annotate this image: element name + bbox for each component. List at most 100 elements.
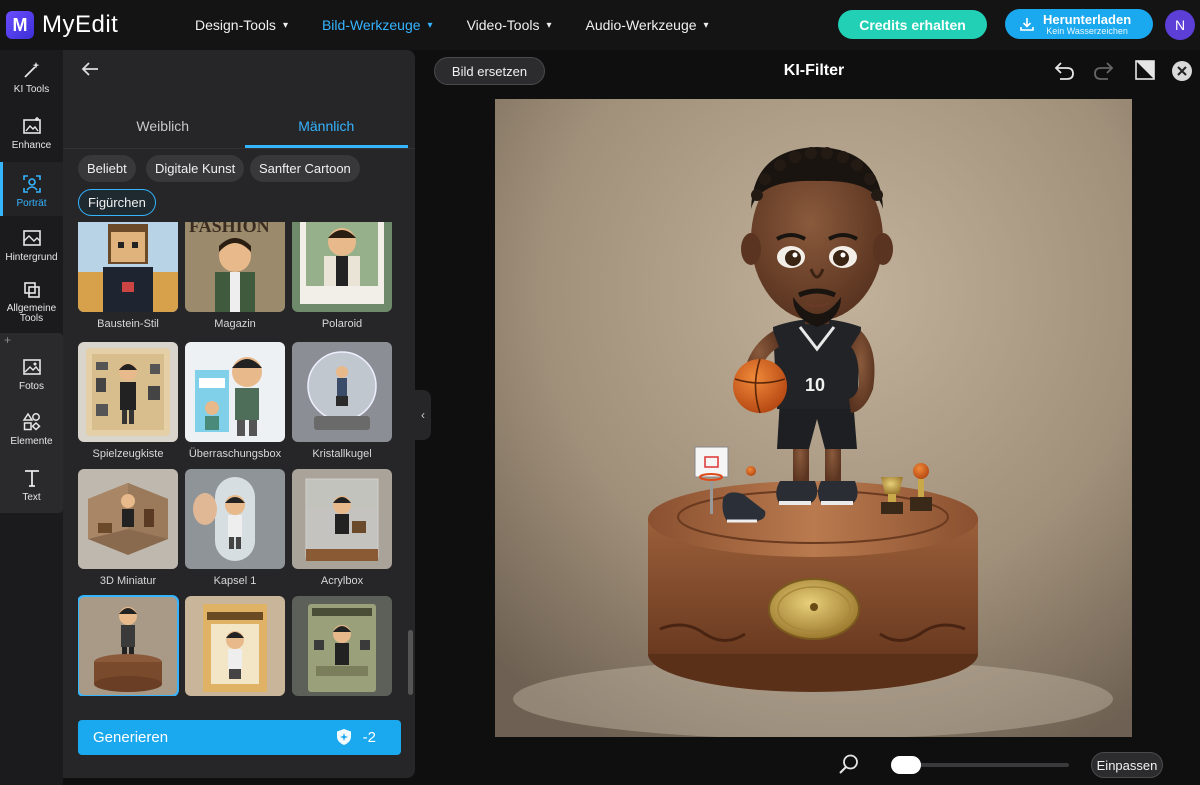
download-button[interactable]: Herunterladen Kein Wasserzeichen [1005,9,1153,39]
logo[interactable]: M MyEdit [6,11,118,39]
style-thumbnail [185,469,285,569]
style-card-ueberraschungsbox[interactable]: Überraschungsbox [185,342,285,460]
style-card-musikbox[interactable] [78,595,179,696]
style-grid: Baustein-Stil FASHION Magazin Polaroid S… [78,222,398,696]
generate-cost: -2 [335,728,376,746]
magazine-title: FASHION [189,222,270,236]
magic-wand-icon [23,62,39,78]
zoom-slider-thumb[interactable] [890,756,921,774]
style-label: Kristallkugel [312,448,372,460]
background-icon [22,230,41,246]
fit-button[interactable]: Einpassen [1091,752,1163,778]
compare-icon[interactable] [1133,58,1157,87]
rail-label: KI Tools [13,84,50,95]
style-label: Kapsel 1 [213,575,257,587]
top-bar: M MyEdit Design-Tools ▾ Bild-Werkzeuge ▾ V… [0,0,1200,50]
rail-item-general-tools[interactable]: Allgemeine Tools [0,280,63,330]
chevron-left-icon: ‹ [421,408,425,422]
generate-button[interactable]: Generieren -2 [78,720,401,755]
nav-audio-werkzeuge[interactable]: Audio-Werkzeuge ▾ [586,17,709,33]
tab-maennlich[interactable]: Männlich [244,110,408,148]
style-thumbnail [78,469,178,569]
rail-label: Hintergrund [5,252,58,263]
style-thumbnail [292,222,392,312]
plus-icon: + [4,333,12,347]
zoom-slider-track[interactable] [895,763,1069,767]
style-thumbnail [185,596,285,696]
zoom-icon[interactable] [838,753,860,780]
tab-weiblich[interactable]: Weiblich [81,110,245,148]
chevron-down-icon: ▾ [427,19,433,31]
redo-icon[interactable] [1092,58,1116,87]
rail-label: Fotos [18,381,44,392]
chip-sanfter-cartoon[interactable]: Sanfter Cartoon [250,155,360,182]
style-thumbnail [292,469,392,569]
style-card-magazin[interactable]: FASHION Magazin [185,222,285,330]
nav-design-tools[interactable]: Design-Tools ▾ [195,17,288,33]
style-thumbnail [78,222,178,312]
style-label: Polaroid [321,318,363,330]
image-enhance-icon [22,117,41,134]
download-icon [1020,18,1034,31]
style-card-polaroid[interactable]: Polaroid [292,222,392,330]
filter-panel: Weiblich Männlich Beliebt Digitale Kunst… [63,50,415,778]
chevron-down-icon: ▾ [703,19,709,31]
generate-cost-value: -2 [362,728,376,746]
style-label: Überraschungsbox [188,448,282,460]
rail-item-photos[interactable]: Fotos [0,357,63,407]
style-label: 3D Miniatur [99,575,157,587]
rail-label: Elemente [10,436,53,447]
rail-item-enhance[interactable]: Enhance [0,116,63,166]
chevron-down-icon: ▾ [546,19,552,31]
style-card-kapsel[interactable]: Kapsel 1 [185,469,285,587]
chip-digitale-kunst[interactable]: Digitale Kunst [146,155,245,182]
style-grid-scrollbar[interactable] [408,630,413,695]
generate-label: Generieren [93,729,169,746]
rail-label: Porträt [16,198,47,209]
style-card-kristallkugel[interactable]: Kristallkugel [292,342,392,460]
rail-item-background[interactable]: Hintergrund [0,228,63,278]
rail-item-text[interactable]: Text [0,468,63,518]
user-avatar[interactable]: N [1165,10,1195,40]
editor-title: KI-Filter [783,62,845,79]
download-sublabel: Kein Wasserzeichen [1046,25,1128,36]
style-thumbnail [292,596,392,696]
credit-shield-icon [336,729,351,745]
style-label: Magazin [214,318,256,330]
image-canvas[interactable]: 10 [495,99,1132,737]
figurine-image: 10 [495,99,1132,737]
portrait-icon [22,175,41,193]
undo-icon[interactable] [1052,58,1076,87]
style-thumbnail [78,342,178,442]
style-label: Baustein-Stil [97,318,159,330]
style-label: Acrylbox [320,575,364,587]
nav-video-tools[interactable]: Video-Tools ▾ [467,17,552,33]
logo-text: MyEdit [42,11,119,38]
style-thumbnail: FASHION [185,222,285,312]
logo-mark-icon: M [6,11,34,39]
left-rail: KI Tools Enhance Porträt Hintergrund All… [0,50,63,785]
credits-button[interactable]: Credits erhalten [838,10,987,39]
style-card-baustein[interactable]: Baustein-Stil [78,222,178,330]
chip-beliebt[interactable]: Beliebt [78,155,136,182]
rail-item-elements[interactable]: Elemente [0,412,63,462]
chevron-down-icon: ▾ [282,19,288,31]
style-card-box-explorer[interactable] [185,596,285,696]
rail-item-portrait[interactable]: Porträt [0,162,63,216]
chip-figuerchen[interactable]: Figürchen [78,189,156,216]
collapse-panel-handle[interactable]: ‹ [415,390,431,440]
elements-icon [22,412,41,431]
style-card-3d-miniatur[interactable]: 3D Miniatur [78,469,178,587]
nav-bild-werkzeuge[interactable]: Bild-Werkzeuge ▾ [322,17,433,33]
style-card-acrylbox[interactable]: Acrylbox [292,469,392,587]
style-card-spielzeugkiste[interactable]: Spielzeugkiste [78,342,178,460]
rail-label: Allgemeine Tools [6,303,57,324]
close-icon[interactable] [1171,60,1193,87]
rail-item-ki-tools[interactable]: KI Tools [0,60,63,110]
style-card-blister[interactable] [292,596,392,696]
jersey-number: 10 [805,375,825,395]
replace-image-button[interactable]: Bild ersetzen [434,57,545,85]
gender-tabs: Weiblich Männlich [81,110,408,148]
back-arrow-icon[interactable] [81,60,99,83]
style-thumbnail [292,342,392,442]
